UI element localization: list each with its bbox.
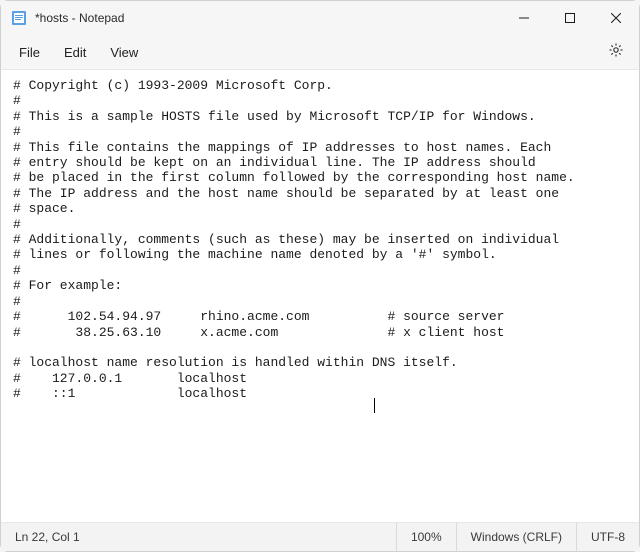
notepad-app-icon (11, 10, 27, 26)
status-encoding[interactable]: UTF-8 (576, 523, 639, 551)
menu-edit[interactable]: Edit (52, 39, 98, 66)
window-controls (501, 1, 639, 35)
menu-file[interactable]: File (7, 39, 52, 66)
editor-content: # Copyright (c) 1993-2009 Microsoft Corp… (13, 78, 575, 401)
close-button[interactable] (593, 1, 639, 35)
status-line-ending[interactable]: Windows (CRLF) (456, 523, 576, 551)
text-caret (374, 398, 375, 413)
status-bar: Ln 22, Col 1 100% Windows (CRLF) UTF-8 (1, 523, 639, 551)
title-bar: *hosts - Notepad (1, 1, 639, 35)
menu-bar: File Edit View (1, 35, 639, 69)
gear-icon (608, 42, 624, 63)
window-title: *hosts - Notepad (35, 11, 124, 25)
status-cursor-position[interactable]: Ln 22, Col 1 (1, 523, 94, 551)
settings-button[interactable] (599, 35, 633, 69)
text-editor[interactable]: # Copyright (c) 1993-2009 Microsoft Corp… (1, 69, 639, 523)
menu-view[interactable]: View (98, 39, 150, 66)
maximize-button[interactable] (547, 1, 593, 35)
minimize-button[interactable] (501, 1, 547, 35)
status-zoom[interactable]: 100% (396, 523, 456, 551)
